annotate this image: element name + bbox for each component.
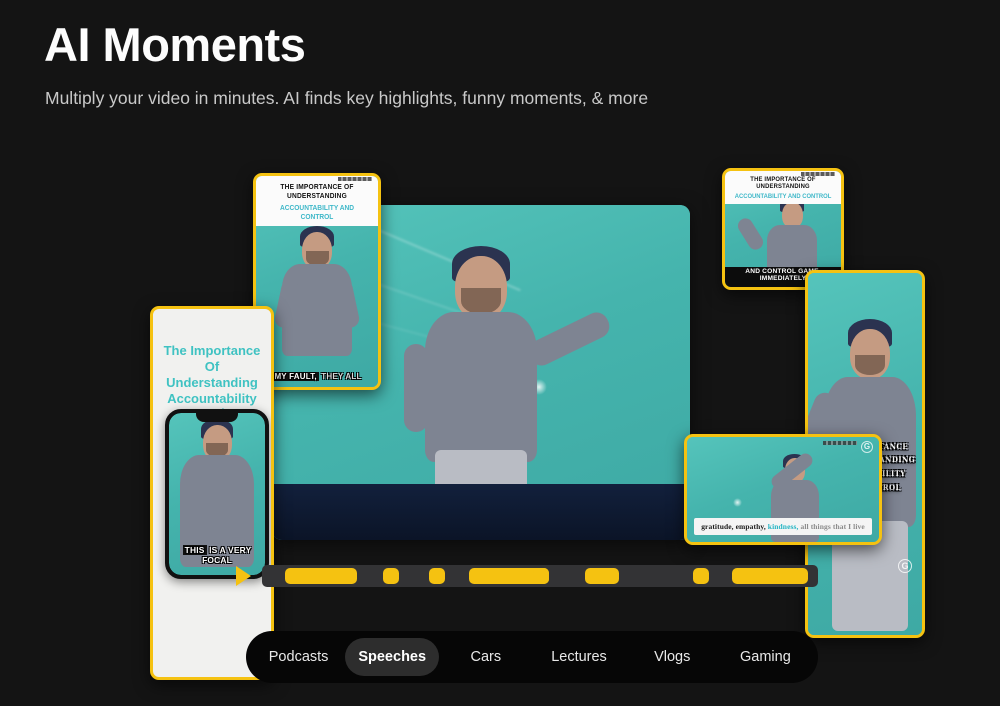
timeline-segment[interactable] — [429, 568, 445, 584]
clip-caption-top-left: MY FAULT, THEY ALL — [256, 372, 378, 381]
video-collage: THE IMPORTANCE OF UNDERSTANDING ACCOUNTA… — [0, 150, 1000, 680]
clip-header-line2: ACCOUNTABILITY AND CONTROL — [279, 203, 355, 221]
clip-header-top-right: THE IMPORTANCE OF UNDERSTANDING ACCOUNTA… — [725, 171, 841, 204]
timeline-track[interactable] — [262, 565, 818, 587]
timeline — [0, 560, 1000, 594]
stage-floor — [272, 484, 690, 540]
caption-highlight: MY FAULT, — [272, 372, 319, 381]
clip-card-left-phone[interactable]: The Importance Of Understanding Accounta… — [150, 306, 274, 680]
caption-highlight: kindness, — [767, 522, 799, 531]
clip-card-bottom-right[interactable]: G gratitude, empathy, kindness, all thin… — [684, 434, 882, 545]
clip-header-line1: THE IMPORTANCE OF UNDERSTANDING — [750, 176, 816, 190]
timeline-segment[interactable] — [693, 568, 709, 584]
watermark-logo: G — [861, 441, 873, 453]
timeline-segment[interactable] — [533, 568, 549, 584]
caption-part1: gratitude, empathy, — [701, 522, 766, 531]
phone-notch — [196, 413, 238, 422]
caption-rest: THEY ALL — [321, 372, 362, 381]
caption-part2: all things that I live — [800, 522, 865, 531]
play-icon[interactable] — [236, 566, 251, 586]
clip-header-line2: ACCOUNTABILITY AND CONTROL — [734, 193, 832, 200]
timeline-segment[interactable] — [285, 568, 357, 584]
category-filter-bar: Podcasts Speeches Cars Lectures Vlogs Gaming — [246, 631, 818, 683]
clip-caption-bottom-right: gratitude, empathy, kindness, all things… — [694, 518, 872, 535]
category-pill-cars[interactable]: Cars — [439, 638, 532, 676]
category-pill-podcasts[interactable]: Podcasts — [252, 638, 345, 676]
clip-header-top-left: THE IMPORTANCE OF UNDERSTANDING ACCOUNTA… — [256, 176, 378, 226]
phone-mockup[interactable]: THIS IS A VERY FOCAL — [165, 409, 269, 579]
timeline-segment[interactable] — [732, 568, 808, 584]
category-pill-speeches[interactable]: Speeches — [345, 638, 440, 676]
caption-highlight: THIS — [182, 545, 207, 555]
page-subtitle: Multiply your video in minutes. AI finds… — [45, 88, 649, 108]
category-pill-lectures[interactable]: Lectures — [532, 638, 625, 676]
ai-moments-page: AI Moments Multiply your video in minute… — [0, 0, 1000, 706]
timeline-segment[interactable] — [383, 568, 399, 584]
category-pill-vlogs[interactable]: Vlogs — [626, 638, 719, 676]
timeline-segment[interactable] — [585, 568, 619, 584]
clip-header-line1: THE IMPORTANCE OF UNDERSTANDING — [280, 182, 354, 200]
category-pill-gaming[interactable]: Gaming — [719, 638, 812, 676]
page-title: AI Moments — [44, 18, 306, 71]
progress-bar-icon — [338, 177, 372, 181]
